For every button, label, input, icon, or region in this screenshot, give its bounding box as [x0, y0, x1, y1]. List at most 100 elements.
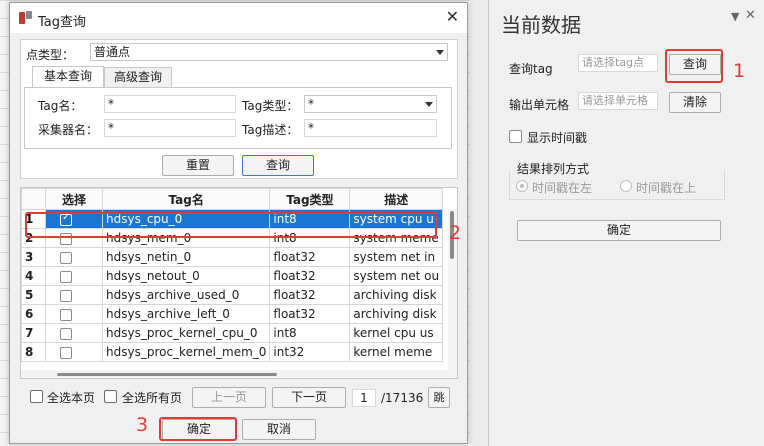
tag-type-cell: int8 [269, 209, 351, 229]
tab-advanced-query[interactable]: 高级查询 [104, 67, 172, 87]
results-table: 选择 Tag名 Tag类型 描述 1hdsys_cpu_0int8system … [20, 187, 458, 379]
row-number: 5 [21, 285, 46, 305]
collector-label: 采集器名： [38, 123, 99, 137]
row-number: 2 [21, 228, 46, 248]
tag-desc-cell: system meme [349, 228, 444, 248]
query-tag-input[interactable]: 请选择tag点 [578, 54, 658, 72]
tag-name-cell: hdsys_cpu_0 [101, 209, 271, 229]
close-icon[interactable]: ✕ [745, 8, 756, 23]
tag-name-cell: hdsys_archive_left_0 [101, 304, 271, 324]
tag-type-cell: float32 [269, 304, 351, 324]
row-checkbox [45, 304, 103, 324]
row-checkbox [45, 323, 103, 343]
row-checkbox [45, 247, 103, 267]
close-icon[interactable]: ✕ [446, 7, 459, 26]
query-button[interactable]: 查询 [242, 155, 314, 176]
query-tag-button[interactable]: 查询 [669, 54, 721, 75]
checkbox[interactable] [60, 346, 72, 359]
cancel-button[interactable]: 取消 [242, 419, 316, 440]
select-page-checkbox[interactable] [30, 390, 43, 403]
checkbox[interactable] [60, 270, 72, 283]
point-type-value: 普通点 [94, 45, 131, 59]
chevron-down-icon[interactable]: ▼ [731, 10, 739, 23]
show-timestamp-checkbox[interactable] [509, 130, 522, 143]
tag-type-value: * [308, 97, 314, 111]
tab-basic-query[interactable]: 基本查询 [32, 66, 104, 87]
annotation-number: 2 [449, 222, 462, 244]
radio-timestamp-top[interactable] [620, 180, 632, 192]
tag-name-cell: hdsys_proc_kernel_mem_0 [101, 342, 271, 362]
checkbox[interactable] [60, 232, 72, 245]
checkbox[interactable] [60, 289, 72, 302]
output-cell-label: 输出单元格 [509, 98, 570, 112]
query-tag-label: 查询tag [509, 62, 553, 76]
checkbox[interactable] [60, 308, 72, 321]
reset-button[interactable]: 重置 [162, 155, 234, 176]
radio-timestamp-left-label: 时间戳在左 [532, 181, 593, 195]
jump-button[interactable]: 跳转 [428, 387, 450, 408]
point-type-select[interactable]: 普通点 [90, 43, 448, 61]
checkbox[interactable] [60, 212, 72, 226]
radio-timestamp-top-label: 时间戳在上 [636, 181, 697, 195]
checkbox[interactable] [60, 251, 72, 264]
next-page-button[interactable]: 下一页 [272, 387, 346, 408]
table-row[interactable]: 3 hdsys_netin_0 float32 system net in [21, 247, 444, 267]
tag-desc-cell: kernel meme [349, 342, 444, 362]
table-row[interactable]: 2 hdsys_mem_0 int8 system meme [21, 228, 444, 248]
row-checkbox [45, 285, 103, 305]
annotation-number: 3 [136, 414, 149, 436]
confirm-button[interactable]: 确定 [517, 220, 721, 241]
point-type-label: 点类型： [26, 48, 75, 62]
tag-name-cell: hdsys_mem_0 [101, 228, 271, 248]
prev-page-button[interactable]: 上一页 [192, 387, 266, 408]
table-row[interactable]: 5 hdsys_archive_used_0 float32 archiving di… [21, 285, 444, 305]
column-header[interactable]: Tag类型 [269, 188, 351, 210]
tag-type-cell: float32 [269, 285, 351, 305]
ok-button[interactable]: 确定 [162, 419, 236, 440]
row-number: 1 [21, 209, 46, 229]
column-header[interactable]: Tag名 [101, 188, 271, 210]
column-header[interactable]: 选择 [45, 188, 103, 210]
row-checkbox [45, 342, 103, 362]
collector-field[interactable]: * [104, 119, 236, 137]
select-all-checkbox[interactable] [104, 390, 117, 403]
chevron-down-icon [425, 102, 433, 107]
panel-title: 当前数据 [501, 13, 581, 37]
current-data-panel: 当前数据 ▼ ✕ 查询tag 请选择tag点 查询 输出单元格 请选择单元格 清… [489, 0, 764, 446]
clear-button[interactable]: 清除 [669, 92, 721, 113]
tag-desc-field[interactable]: * [304, 119, 437, 137]
dialog-titlebar: Tag查询 ✕ [10, 3, 467, 33]
row-checkbox [45, 228, 103, 248]
table-row[interactable]: 6 hdsys_archive_left_0 float32 archiving di… [21, 304, 444, 324]
tag-name-field[interactable]: * [104, 95, 236, 113]
page-number-input[interactable]: 1 [352, 389, 376, 407]
dialog-title: Tag查询 [38, 15, 87, 30]
horizontal-scrollbar[interactable] [21, 370, 450, 378]
tag-type-cell: float32 [269, 266, 351, 286]
tag-desc-cell: kernel cpu us [349, 323, 444, 343]
tag-type-select[interactable]: * [304, 95, 437, 113]
row-checkbox [45, 266, 103, 286]
sort-group-label: 结果排列方式 [517, 162, 590, 176]
table-row[interactable]: 8 hdsys_proc_kernel_mem_0 int32 kernel meme [21, 342, 444, 362]
table-row[interactable]: 7 hdsys_proc_kernel_cpu_0 int8 kernel cpu u… [21, 323, 444, 343]
tag-name-cell: hdsys_archive_used_0 [101, 285, 271, 305]
tag-desc-cell: archiving disk [349, 304, 444, 324]
chevron-down-icon [436, 50, 444, 55]
output-cell-input[interactable]: 请选择单元格 [578, 92, 658, 110]
rownum-header [21, 188, 46, 210]
row-number: 4 [21, 266, 46, 286]
row-number: 8 [21, 342, 46, 362]
checkbox[interactable] [60, 327, 72, 340]
scroll-thumb[interactable] [57, 373, 277, 376]
row-checkbox [45, 209, 103, 229]
results-grid: 选择 Tag名 Tag类型 描述 1hdsys_cpu_0int8system … [21, 188, 444, 362]
tag-desc-cell: system cpu u [349, 209, 444, 229]
column-header[interactable]: 描述 [349, 188, 444, 210]
row-number: 3 [21, 247, 46, 267]
table-row[interactable]: 4 hdsys_netout_0 float32 system net ou [21, 266, 444, 286]
tag-type-cell: int8 [269, 228, 351, 248]
radio-timestamp-left[interactable] [516, 180, 528, 192]
table-row[interactable]: 1 hdsys_cpu_0int8system cpu u [21, 209, 444, 229]
tag-desc-cell: system net ou [349, 266, 444, 286]
